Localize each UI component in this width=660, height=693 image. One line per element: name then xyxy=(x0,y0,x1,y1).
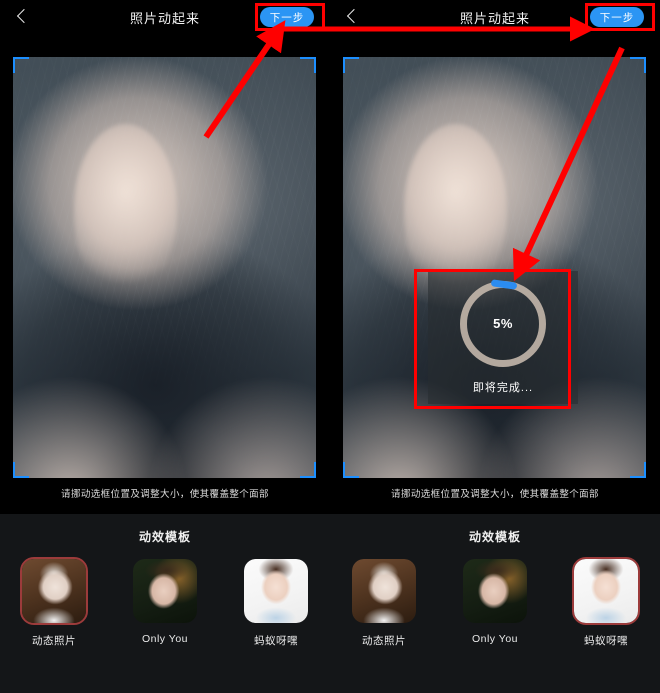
template-thumbnail-1[interactable] xyxy=(131,557,199,625)
shoulders-region xyxy=(13,326,316,478)
elderly-woman-smiling-thumb xyxy=(22,559,86,623)
elderly-woman-smiling-thumb xyxy=(352,559,416,623)
header-right: 照片动起来 下一步 xyxy=(330,0,660,34)
template-item-0[interactable]: 动态照片 xyxy=(346,557,422,648)
crop-handle-bottom-left[interactable] xyxy=(13,462,29,478)
crop-handle-bottom-right[interactable] xyxy=(630,462,646,478)
template-thumbnail-0[interactable] xyxy=(350,557,418,625)
header-left: 照片动起来 下一步 xyxy=(0,0,330,34)
template-label-2: 蚂蚁呀嘿 xyxy=(254,635,298,647)
progress-ring: 5% xyxy=(460,278,546,367)
short-hair-woman-thumb xyxy=(133,559,197,623)
template-item-2[interactable]: 蚂蚁呀嘿 xyxy=(238,557,314,648)
woman-blue-shirt-thumb xyxy=(244,559,308,623)
template-item-2[interactable]: 蚂蚁呀嘿 xyxy=(568,557,644,648)
template-label-1: Only You xyxy=(471,633,519,645)
progress-percent: 5% xyxy=(493,316,513,331)
photo-crop-stage[interactable] xyxy=(13,57,316,478)
template-item-1[interactable]: Only You xyxy=(457,557,533,648)
template-section-title: 动效模板 xyxy=(138,530,191,544)
template-thumbnail-1[interactable] xyxy=(461,557,529,625)
source-photo xyxy=(13,57,316,478)
woman-blue-shirt-thumb xyxy=(574,559,638,623)
crop-handle-top-right[interactable] xyxy=(630,57,646,73)
template-list-left: 动态照片 Only You 蚂蚁呀嘿 xyxy=(16,557,314,648)
panel-right: 照片动起来 下一步 5% 即将完成... 请挪动选框位置及调整大小，使其覆盖整个… xyxy=(330,0,660,693)
next-step-button[interactable]: 下一步 xyxy=(590,7,644,27)
crop-hint-text: 请挪动选框位置及调整大小，使其覆盖整个面部 xyxy=(391,489,599,500)
photo-crop-stage[interactable]: 5% 即将完成... xyxy=(343,57,646,478)
template-item-1[interactable]: Only You xyxy=(127,557,203,648)
template-list-right: 动态照片 Only You 蚂蚁呀嘿 xyxy=(346,557,644,648)
screenshot-root: 照片动起来 下一步 请挪动选框位置及调整大小，使其覆盖整个面部 动效模板 动态照… xyxy=(0,0,660,693)
template-label-1: Only You xyxy=(141,633,189,645)
source-photo xyxy=(343,57,646,478)
template-section-left: 动效模板 动态照片 Only You 蚂蚁呀嘿 xyxy=(0,514,330,693)
face-region xyxy=(73,124,177,293)
crop-hint-text: 请挪动选框位置及调整大小，使其覆盖整个面部 xyxy=(61,489,269,500)
template-section-title: 动效模板 xyxy=(468,530,521,544)
template-label-2: 蚂蚁呀嘿 xyxy=(584,635,628,647)
panel-left: 照片动起来 下一步 请挪动选框位置及调整大小，使其覆盖整个面部 动效模板 动态照… xyxy=(0,0,330,693)
progress-ring-fill xyxy=(490,278,518,290)
crop-handle-bottom-left[interactable] xyxy=(343,462,359,478)
template-label-0: 动态照片 xyxy=(32,635,76,647)
progress-dialog: 5% 即将完成... xyxy=(428,271,578,404)
template-thumbnail-2[interactable] xyxy=(242,557,310,625)
template-thumbnail-2[interactable] xyxy=(572,557,640,625)
face-region xyxy=(403,124,507,293)
crop-handle-top-left[interactable] xyxy=(343,57,359,73)
crop-handle-top-left[interactable] xyxy=(13,57,29,73)
progress-status-text: 即将完成... xyxy=(472,381,534,394)
template-thumbnail-0[interactable] xyxy=(20,557,88,625)
template-section-right: 动效模板 动态照片 Only You 蚂蚁呀嘿 xyxy=(330,514,660,693)
next-step-button[interactable]: 下一步 xyxy=(260,7,314,27)
crop-handle-bottom-right[interactable] xyxy=(300,462,316,478)
crop-handle-top-right[interactable] xyxy=(300,57,316,73)
template-item-0[interactable]: 动态照片 xyxy=(16,557,92,648)
template-label-0: 动态照片 xyxy=(362,635,406,647)
short-hair-woman-thumb xyxy=(463,559,527,623)
